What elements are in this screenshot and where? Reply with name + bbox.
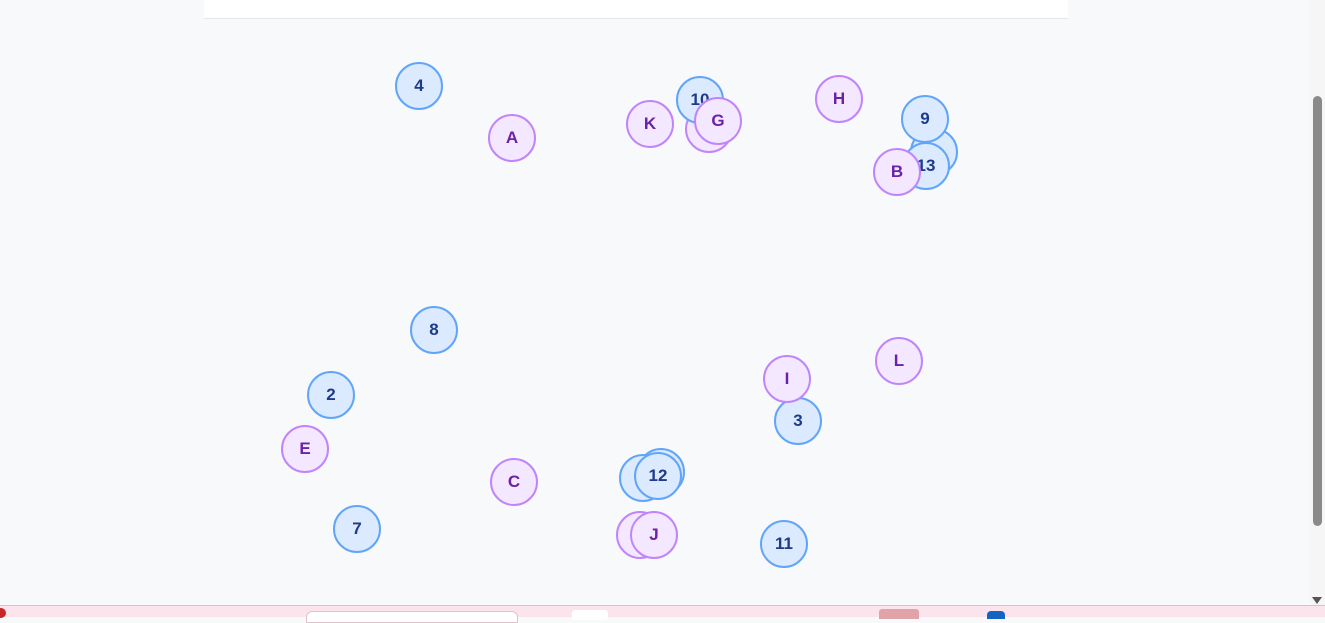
- node-E[interactable]: E: [281, 425, 329, 473]
- node-7[interactable]: 7: [333, 505, 381, 553]
- taskbar: [0, 605, 1325, 623]
- taskbar-item[interactable]: [572, 610, 608, 620]
- taskbar-app-icon[interactable]: [0, 608, 6, 618]
- vertical-scrollbar[interactable]: [1310, 0, 1325, 605]
- node-3[interactable]: 3: [774, 397, 822, 445]
- node-11[interactable]: 11: [760, 520, 808, 568]
- node-B[interactable]: B: [873, 148, 921, 196]
- top-panel: [204, 0, 1068, 19]
- taskbar-search-box[interactable]: [306, 611, 518, 623]
- node-J[interactable]: J: [630, 511, 678, 559]
- node-2[interactable]: 2: [307, 371, 355, 419]
- node-H[interactable]: H: [815, 75, 863, 123]
- node-8[interactable]: 8: [410, 306, 458, 354]
- node-C[interactable]: C: [490, 458, 538, 506]
- scroll-down-arrow-icon[interactable]: [1312, 597, 1322, 604]
- node-K[interactable]: K: [626, 100, 674, 148]
- node-I[interactable]: I: [763, 355, 811, 403]
- node-12[interactable]: 12: [634, 452, 682, 500]
- node-9[interactable]: 9: [901, 95, 949, 143]
- taskbar-item-active[interactable]: [879, 609, 919, 619]
- scrollbar-thumb[interactable]: [1313, 96, 1322, 526]
- node-canvas: 4 10 9 13 8 2 3 12 7 11 A K G H B I L E …: [0, 19, 1310, 604]
- node-A[interactable]: A: [488, 114, 536, 162]
- node-L[interactable]: L: [875, 337, 923, 385]
- node-4[interactable]: 4: [395, 62, 443, 110]
- node-G[interactable]: G: [694, 97, 742, 145]
- taskbar-app-icon-blue[interactable]: [987, 611, 1005, 619]
